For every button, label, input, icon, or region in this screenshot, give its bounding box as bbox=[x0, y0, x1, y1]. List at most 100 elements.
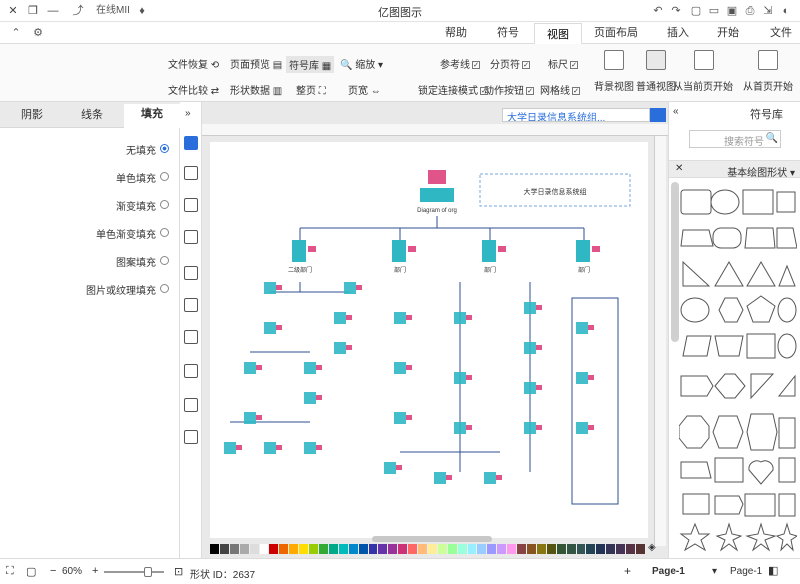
shape-gallery[interactable] bbox=[679, 186, 797, 554]
tab-view[interactable]: 视图 bbox=[534, 23, 582, 45]
color-swatch[interactable] bbox=[606, 544, 617, 554]
page-preview-button[interactable]: 页面预览 ▤ bbox=[230, 56, 282, 71]
color-swatch[interactable] bbox=[328, 544, 339, 554]
color-swatch[interactable] bbox=[279, 544, 290, 554]
library-shape[interactable] bbox=[712, 415, 744, 449]
org-node[interactable] bbox=[454, 312, 466, 324]
color-swatch[interactable] bbox=[477, 544, 488, 554]
org-node[interactable] bbox=[454, 422, 466, 434]
library-scrollbar[interactable] bbox=[671, 182, 679, 342]
color-swatch[interactable] bbox=[239, 544, 250, 554]
play-first-icon[interactable] bbox=[758, 50, 778, 70]
page-dropdown-icon[interactable]: ▾ bbox=[712, 566, 717, 577]
collapse-panel-icon[interactable]: « bbox=[673, 106, 679, 117]
bg-view-icon[interactable] bbox=[604, 50, 624, 70]
library-shape[interactable] bbox=[714, 335, 744, 357]
color-swatch[interactable] bbox=[437, 544, 448, 554]
grid-checkbox[interactable]: 网格线 ✓ bbox=[540, 82, 580, 97]
org-node[interactable] bbox=[394, 362, 406, 374]
tab-page-layout[interactable]: 页面布局 bbox=[588, 22, 644, 44]
color-swatch[interactable] bbox=[635, 544, 646, 554]
tab-symbol[interactable]: 符号 bbox=[488, 22, 528, 44]
color-swatch[interactable] bbox=[398, 544, 409, 554]
library-shape[interactable] bbox=[777, 297, 797, 323]
library-shape[interactable] bbox=[714, 373, 746, 399]
branch-node[interactable] bbox=[392, 240, 406, 262]
library-shape[interactable] bbox=[744, 227, 776, 249]
library-shape[interactable] bbox=[746, 261, 776, 287]
symbol-search-input[interactable]: 搜索符号 🔍 bbox=[689, 130, 781, 148]
copy-tool-icon[interactable] bbox=[184, 364, 198, 378]
color-swatch[interactable] bbox=[586, 544, 597, 554]
org-node[interactable] bbox=[434, 472, 446, 484]
page-width-button[interactable]: 页宽 ⇔ bbox=[348, 82, 381, 97]
color-swatch[interactable] bbox=[447, 544, 458, 554]
library-shape[interactable] bbox=[742, 189, 774, 215]
file-compare-button[interactable]: 文件比较 ⇄ bbox=[168, 82, 219, 97]
bg-view-button[interactable]: 背景视图 bbox=[594, 78, 634, 93]
color-swatch[interactable] bbox=[299, 544, 310, 554]
library-shape[interactable] bbox=[682, 335, 712, 357]
color-swatch[interactable] bbox=[467, 544, 478, 554]
open-icon[interactable]: ▭ bbox=[706, 3, 722, 19]
close-icon[interactable]: ✕ bbox=[4, 2, 22, 20]
org-node[interactable] bbox=[264, 442, 276, 454]
library-shape[interactable] bbox=[714, 495, 744, 515]
color-swatch[interactable] bbox=[556, 544, 567, 554]
branch-node[interactable] bbox=[576, 240, 590, 262]
org-node[interactable] bbox=[304, 442, 316, 454]
color-swatch[interactable] bbox=[596, 544, 607, 554]
library-shape[interactable] bbox=[715, 522, 743, 552]
library-shape[interactable] bbox=[682, 260, 711, 287]
color-swatch[interactable] bbox=[457, 544, 468, 554]
tab-home[interactable]: 开始 bbox=[708, 22, 748, 44]
tab-fill[interactable]: 填充 bbox=[124, 104, 180, 128]
color-swatch[interactable] bbox=[566, 544, 577, 554]
library-shape[interactable] bbox=[744, 493, 776, 517]
org-node[interactable] bbox=[304, 362, 316, 374]
color-swatch[interactable] bbox=[378, 544, 389, 554]
color-swatch[interactable] bbox=[517, 544, 527, 554]
from-first-button[interactable]: 从首页开始 bbox=[738, 78, 798, 93]
collapse-ribbon-icon[interactable]: ⌃ bbox=[8, 25, 24, 41]
library-shape[interactable] bbox=[680, 229, 714, 247]
fill-radio-none[interactable] bbox=[160, 144, 169, 153]
print-icon[interactable]: ⎙ bbox=[742, 3, 758, 19]
settings-icon[interactable]: ⚙ bbox=[30, 25, 46, 41]
shape-data-button[interactable]: 形状数据 ▥ bbox=[230, 82, 282, 97]
org-node[interactable] bbox=[304, 392, 316, 404]
lock-connect-checkbox[interactable]: 锁定连接模式 ✓ bbox=[418, 82, 488, 97]
fill-radio-pattern[interactable] bbox=[160, 256, 169, 265]
zoom-out-icon[interactable]: − bbox=[50, 565, 56, 577]
color-swatch[interactable] bbox=[229, 544, 240, 554]
current-page-tab[interactable]: Page-1 bbox=[652, 566, 685, 577]
undo-icon[interactable]: ↶ bbox=[650, 3, 666, 19]
color-palette[interactable] bbox=[210, 544, 646, 554]
library-shape[interactable] bbox=[778, 493, 796, 517]
color-swatch[interactable] bbox=[348, 544, 359, 554]
from-current-button[interactable]: 从当前页开始 bbox=[672, 78, 734, 93]
color-swatch[interactable] bbox=[368, 544, 379, 554]
color-swatch[interactable] bbox=[269, 544, 280, 554]
normal-view-button[interactable]: 普通视图 bbox=[636, 78, 676, 93]
layers-tool-icon[interactable] bbox=[184, 230, 198, 244]
add-page-icon[interactable]: + bbox=[624, 564, 631, 578]
color-swatch[interactable] bbox=[219, 544, 230, 554]
library-shape[interactable] bbox=[777, 333, 797, 359]
zoom-in-icon[interactable]: + bbox=[92, 565, 98, 577]
symbol-lib-button[interactable]: 符号库 ▦ bbox=[286, 56, 335, 73]
close-category-icon[interactable]: ✕ bbox=[675, 163, 683, 174]
org-node[interactable] bbox=[454, 372, 466, 384]
library-shape[interactable] bbox=[778, 457, 796, 483]
library-shape[interactable] bbox=[680, 297, 710, 323]
branch-node[interactable] bbox=[292, 240, 306, 262]
category-header[interactable]: ✕ 基本绘图形状 ▾ bbox=[669, 160, 800, 179]
org-node[interactable] bbox=[344, 282, 356, 294]
account-label[interactable]: 在线MII bbox=[88, 3, 138, 19]
org-node[interactable] bbox=[524, 302, 536, 314]
org-node[interactable] bbox=[484, 472, 496, 484]
tab-help[interactable]: 帮助 bbox=[436, 22, 476, 44]
page-nav-icon[interactable]: ◧ bbox=[768, 564, 778, 577]
org-node[interactable] bbox=[264, 322, 276, 334]
org-node[interactable] bbox=[384, 462, 396, 474]
